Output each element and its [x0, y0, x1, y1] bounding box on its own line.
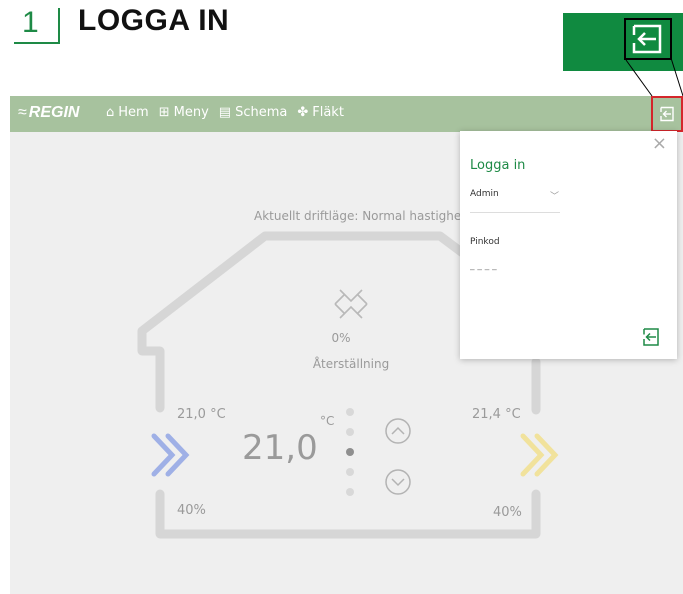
fan-percent: 0%	[331, 331, 351, 345]
step-divider	[58, 8, 60, 44]
user-select-value: Admin	[470, 189, 499, 199]
pin-input[interactable]	[470, 258, 530, 274]
supply-humidity: 40%	[177, 503, 206, 518]
chevron-down-icon: ﹀	[550, 192, 560, 202]
login-popup: × Logga in Admin ﹀ Pinkod	[460, 131, 677, 359]
decrease-setpoint-button[interactable]	[384, 468, 412, 496]
login-icon-zoomed	[632, 24, 662, 54]
close-icon[interactable]: ×	[652, 133, 667, 154]
exhaust-air-arrows	[520, 433, 559, 477]
step-title: LOGGA IN	[78, 4, 230, 37]
supply-temperature: 21,0 °C	[177, 407, 226, 422]
login-title: Logga in	[470, 158, 526, 173]
user-select[interactable]: Admin ﹀	[470, 189, 560, 213]
extract-humidity: 40%	[493, 505, 522, 520]
pin-label: Pinkod	[470, 237, 500, 247]
setpoint-value: 21,0	[242, 428, 318, 468]
supply-air-arrows	[151, 433, 190, 477]
increase-setpoint-button[interactable]	[384, 417, 412, 445]
setpoint-pager	[346, 408, 354, 496]
login-submit-button[interactable]	[641, 327, 661, 347]
bypass-icon	[334, 289, 368, 319]
setpoint-unit: °C	[320, 414, 335, 428]
extract-temperature: 21,4 °C	[472, 407, 521, 422]
step-underline	[14, 42, 60, 44]
operation-mode-text: Aktuellt driftläge: Normal hastighet	[254, 209, 466, 223]
step-number: 1	[22, 6, 39, 39]
reset-label: Återställning	[312, 357, 390, 371]
